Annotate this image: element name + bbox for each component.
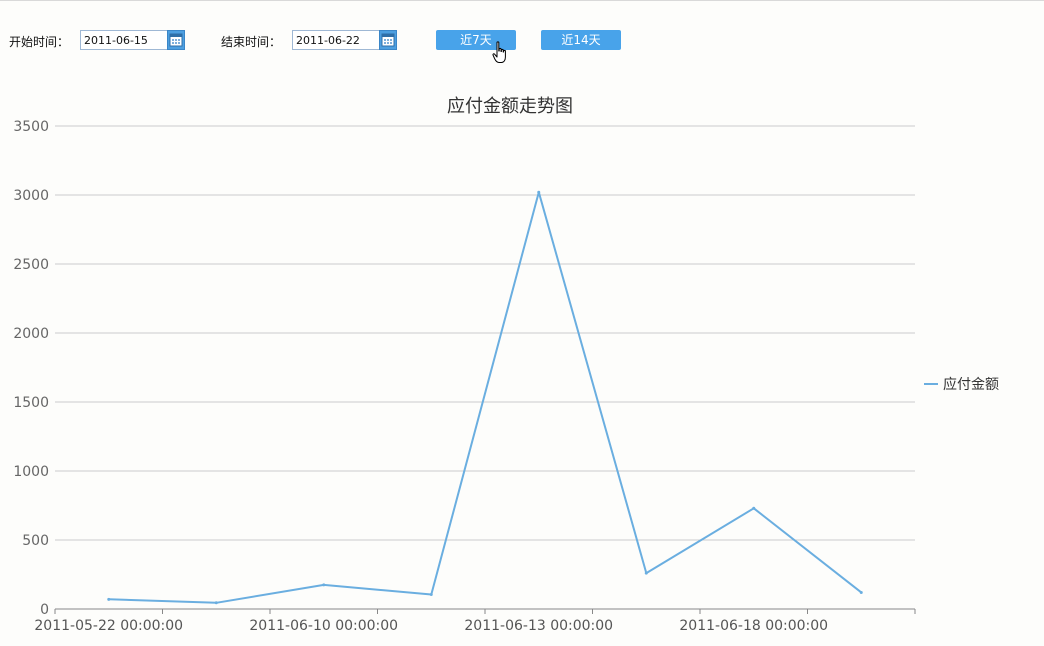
data-point-3 bbox=[429, 593, 433, 597]
data-point-1 bbox=[214, 601, 218, 605]
data-point-6 bbox=[752, 506, 756, 510]
start-time-label: 开始时间： bbox=[9, 35, 70, 49]
grid-lines bbox=[55, 125, 915, 541]
date-filter-toolbar: 开始时间： 2011-06-15 结束时间： 2011-06-22 近7天 近1… bbox=[0, 29, 1044, 53]
y-tick-label-1: 500 bbox=[22, 533, 49, 549]
x-tick-label-1: 2011-06-10 00:00:00 bbox=[249, 618, 398, 634]
legend[interactable]: 应付金额 bbox=[924, 376, 999, 393]
y-tick-label-6: 3000 bbox=[13, 188, 49, 204]
start-calendar-icon[interactable] bbox=[167, 30, 185, 50]
start-date-input[interactable]: 2011-06-15 bbox=[80, 30, 168, 50]
y-tick-label-7: 3500 bbox=[13, 119, 49, 135]
data-point-7 bbox=[859, 590, 863, 594]
y-tick-label-3: 1500 bbox=[13, 395, 49, 411]
hand-pointer-icon bbox=[492, 41, 510, 69]
series-layer bbox=[107, 190, 863, 605]
data-point-5 bbox=[644, 571, 648, 575]
data-point-4 bbox=[537, 190, 541, 194]
data-point-2 bbox=[322, 583, 326, 587]
end-calendar-icon[interactable] bbox=[379, 30, 397, 50]
top-border bbox=[0, 0, 1044, 1]
y-tick-label-4: 2000 bbox=[13, 326, 49, 342]
start-date-value: 2011-06-15 bbox=[84, 34, 148, 47]
last-14-days-button[interactable]: 近14天 bbox=[541, 30, 621, 50]
x-axis: 2011-05-22 00:00:00 2011-06-10 00:00:00 20… bbox=[34, 608, 916, 634]
data-point-0 bbox=[107, 597, 111, 601]
end-date-value: 2011-06-22 bbox=[296, 34, 360, 47]
y-tick-label-0: 0 bbox=[40, 602, 49, 618]
y-tick-label-5: 2500 bbox=[13, 257, 49, 273]
y-axis-ticks: 0 500 1000 1500 2000 2500 3000 3500 bbox=[13, 119, 49, 618]
y-tick-label-2: 1000 bbox=[13, 464, 49, 480]
x-tick-label-0: 2011-05-22 00:00:00 bbox=[34, 618, 183, 634]
series-line-payable-amount bbox=[108, 191, 862, 604]
x-tick-label-3: 2011-06-18 00:00:00 bbox=[679, 618, 828, 634]
x-tick-label-2: 2011-06-13 00:00:00 bbox=[464, 618, 613, 634]
chart-title: 应付金额走势图 bbox=[447, 96, 573, 117]
legend-label: 应付金额 bbox=[943, 376, 999, 393]
payable-amount-trend-chart: 应付金额走势图 0 500 1000 1500 2000 2500 3000 3500 201… bbox=[13, 96, 999, 634]
end-date-input[interactable]: 2011-06-22 bbox=[292, 30, 380, 50]
end-time-label: 结束时间： bbox=[221, 35, 282, 49]
